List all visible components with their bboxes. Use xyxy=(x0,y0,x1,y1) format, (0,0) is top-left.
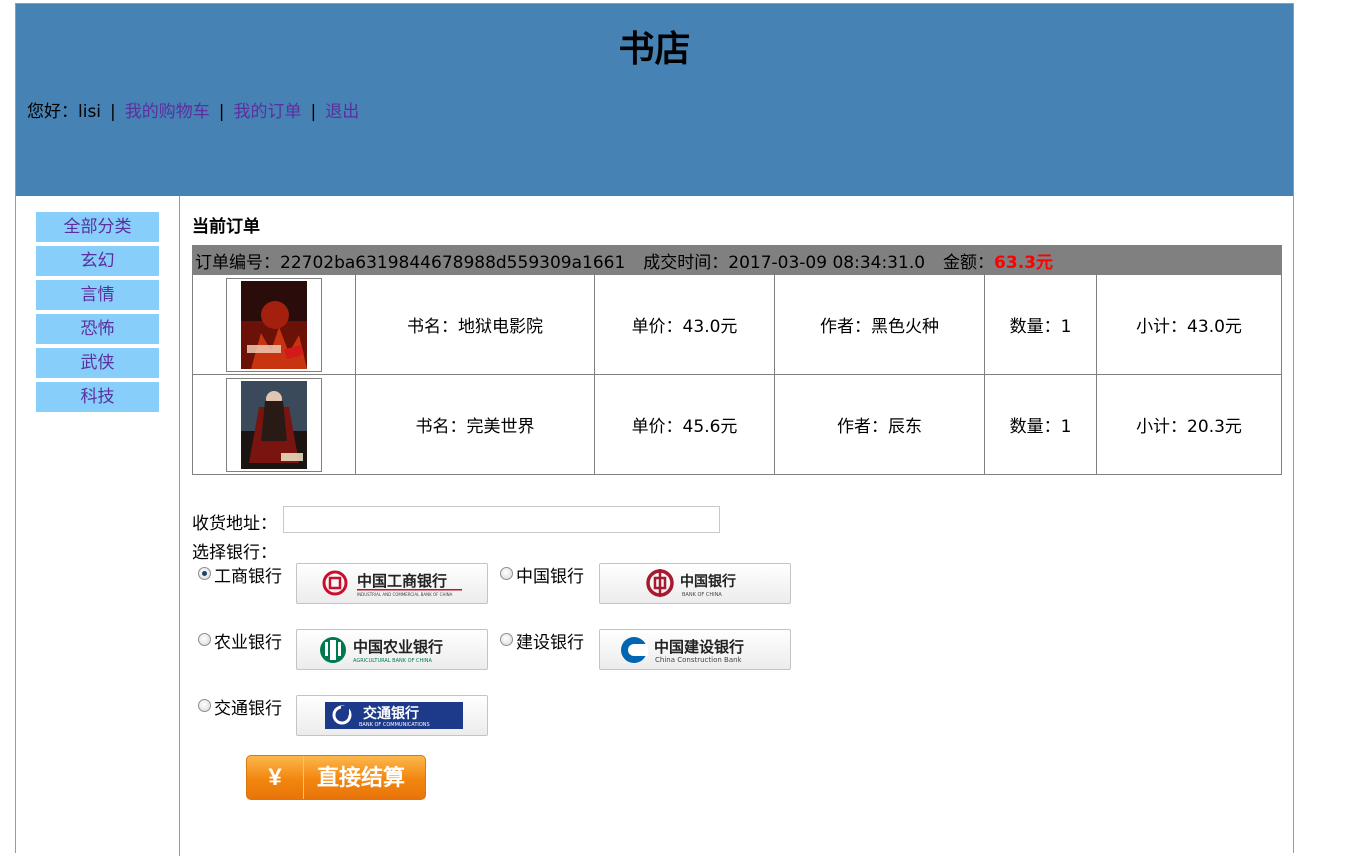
site-header: 书店 您好：lisi | 我的购物车 | 我的订单 | 退出 xyxy=(16,4,1293,196)
radio-abc[interactable] xyxy=(198,633,211,646)
abc-logo[interactable]: 中国农业银行 AGRICULTURAL BANK OF CHINA xyxy=(296,629,488,670)
category-wuxia[interactable]: 武侠 xyxy=(36,348,159,378)
book-cover-image xyxy=(241,280,307,369)
unit-price: 单价：43.0元 xyxy=(594,274,775,375)
bank-title: 选择银行： xyxy=(192,543,277,563)
address-label: 收货地址： xyxy=(192,514,277,534)
category-xuanhuan[interactable]: 玄幻 xyxy=(36,246,159,276)
cart-link[interactable]: 我的购物车 xyxy=(125,102,210,122)
pay-now-button[interactable]: ¥ 直接结算 xyxy=(246,755,426,800)
icbc-logo-icon: 中国工商银行 INDUSTRIAL AND COMMERCIAL BANK OF… xyxy=(322,570,462,597)
boc-logo[interactable]: 中国银行 BANK OF CHINA xyxy=(599,563,791,604)
bank-option-icbc[interactable]: 工商银行 xyxy=(198,562,282,587)
pay-button-label: 直接结算 xyxy=(317,765,406,790)
category-tech[interactable]: 科技 xyxy=(36,382,159,412)
separator: | xyxy=(310,102,317,122)
bocom-logo-text: 交通银行 xyxy=(363,705,419,722)
icbc-logo[interactable]: 中国工商银行 INDUSTRIAL AND COMMERCIAL BANK OF… xyxy=(296,563,488,604)
bank-label: 工商银行 xyxy=(214,567,282,587)
book-name: 书名：地狱电影院 xyxy=(355,274,595,375)
cover-cell xyxy=(192,374,356,475)
radio-icbc[interactable] xyxy=(198,567,211,580)
address-input[interactable] xyxy=(283,506,720,533)
ccb-logo-icon: 中国建设银行 China Construction Bank xyxy=(621,637,744,664)
ccb-logo[interactable]: 中国建设银行 China Construction Bank xyxy=(599,629,791,670)
cover-cell xyxy=(192,274,356,375)
radio-boc[interactable] xyxy=(500,567,513,580)
unit-price: 单价：45.6元 xyxy=(594,374,775,475)
site-title: 书店 xyxy=(618,29,691,70)
author: 作者：黑色火种 xyxy=(774,274,985,375)
icbc-logo-subtitle: INDUSTRIAL AND COMMERCIAL BANK OF CHINA xyxy=(357,592,453,597)
boc-logo-icon: 中国银行 BANK OF CHINA xyxy=(646,569,736,598)
bocom-logo[interactable]: 交通银行 BANK OF COMMUNICATIONS xyxy=(296,695,488,736)
section-title: 当前订单 xyxy=(192,217,260,237)
table-row: 书名：地狱电影院 单价：43.0元 作者：黑色火种 数量：1 小计：43.0元 xyxy=(192,274,1282,375)
subtotal: 小计：43.0元 xyxy=(1096,274,1282,375)
bank-label: 中国银行 xyxy=(516,567,584,587)
separator: | xyxy=(110,102,116,122)
bocom-logo-icon: 交通银行 BANK OF COMMUNICATIONS xyxy=(325,702,463,729)
ccb-logo-subtitle: China Construction Bank xyxy=(655,656,743,664)
category-all[interactable]: 全部分类 xyxy=(36,212,159,242)
author: 作者：辰东 xyxy=(774,374,985,475)
order-header-row: 订单编号：22702ba6319844678988d559309a1661 成交时… xyxy=(192,245,1282,275)
page-frame: 书店 您好：lisi | 我的购物车 | 我的订单 | 退出 全部分类 玄幻 言情 恐怖 武… xyxy=(15,3,1294,856)
greeting: 您好：lisi xyxy=(27,102,102,122)
logout-link[interactable]: 退出 xyxy=(325,102,359,122)
bank-option-boc[interactable]: 中国银行 xyxy=(500,562,584,587)
table-row: 书名：完美世界 单价：45.6元 作者：辰东 数量：1 小计：20.3元 xyxy=(192,374,1282,475)
bank-label: 建设银行 xyxy=(516,633,584,653)
quantity: 数量：1 xyxy=(984,274,1097,375)
book-cover-link[interactable] xyxy=(226,277,322,372)
category-list: 全部分类 玄幻 言情 恐怖 武侠 科技 xyxy=(36,212,159,416)
bank-label: 农业银行 xyxy=(214,633,282,653)
ccb-logo-text: 中国建设银行 xyxy=(654,638,744,656)
abc-logo-subtitle: AGRICULTURAL BANK OF CHINA xyxy=(353,658,433,664)
subtotal: 小计：20.3元 xyxy=(1096,374,1282,475)
bank-label: 交通银行 xyxy=(214,699,282,719)
book-cover-link[interactable] xyxy=(226,377,322,472)
yen-icon: ¥ xyxy=(247,756,304,799)
quantity: 数量：1 xyxy=(984,374,1097,475)
user-bar: 您好：lisi | 我的购物车 | 我的订单 | 退出 xyxy=(27,97,359,122)
bank-option-bocom[interactable]: 交通银行 xyxy=(198,694,282,719)
category-sidebar: 全部分类 玄幻 言情 恐怖 武侠 科技 xyxy=(16,196,180,856)
book-name: 书名：完美世界 xyxy=(355,374,595,475)
icbc-logo-text: 中国工商银行 xyxy=(357,572,447,590)
order-amount-label: 金额： xyxy=(943,252,995,273)
category-romance[interactable]: 言情 xyxy=(36,280,159,310)
order-number: 订单编号：22702ba6319844678988d559309a1661 xyxy=(195,252,626,273)
bank-option-ccb[interactable]: 建设银行 xyxy=(500,628,584,653)
radio-bocom[interactable] xyxy=(198,699,211,712)
order-time: 成交时间：2017-03-09 08:34:31.0 xyxy=(643,252,926,273)
separator: | xyxy=(218,102,225,122)
address-row: 收货地址： xyxy=(192,506,720,534)
category-horror[interactable]: 恐怖 xyxy=(36,314,159,344)
order-amount: 63.3元 xyxy=(994,252,1053,273)
order-header-cell: 订单编号：22702ba6319844678988d559309a1661 成交时… xyxy=(192,245,1282,275)
radio-ccb[interactable] xyxy=(500,633,513,646)
bocom-logo-subtitle: BANK OF COMMUNICATIONS xyxy=(359,722,430,728)
book-cover-image xyxy=(241,380,307,469)
orders-link[interactable]: 我的订单 xyxy=(234,102,302,122)
order-table: 订单编号：22702ba6319844678988d559309a1661 成交时… xyxy=(192,245,1282,475)
boc-logo-text: 中国银行 xyxy=(680,573,736,590)
abc-logo-text: 中国农业银行 xyxy=(353,638,443,656)
boc-logo-subtitle: BANK OF CHINA xyxy=(682,592,722,598)
abc-logo-icon: 中国农业银行 AGRICULTURAL BANK OF CHINA xyxy=(320,637,443,664)
bank-option-abc[interactable]: 农业银行 xyxy=(198,628,282,653)
